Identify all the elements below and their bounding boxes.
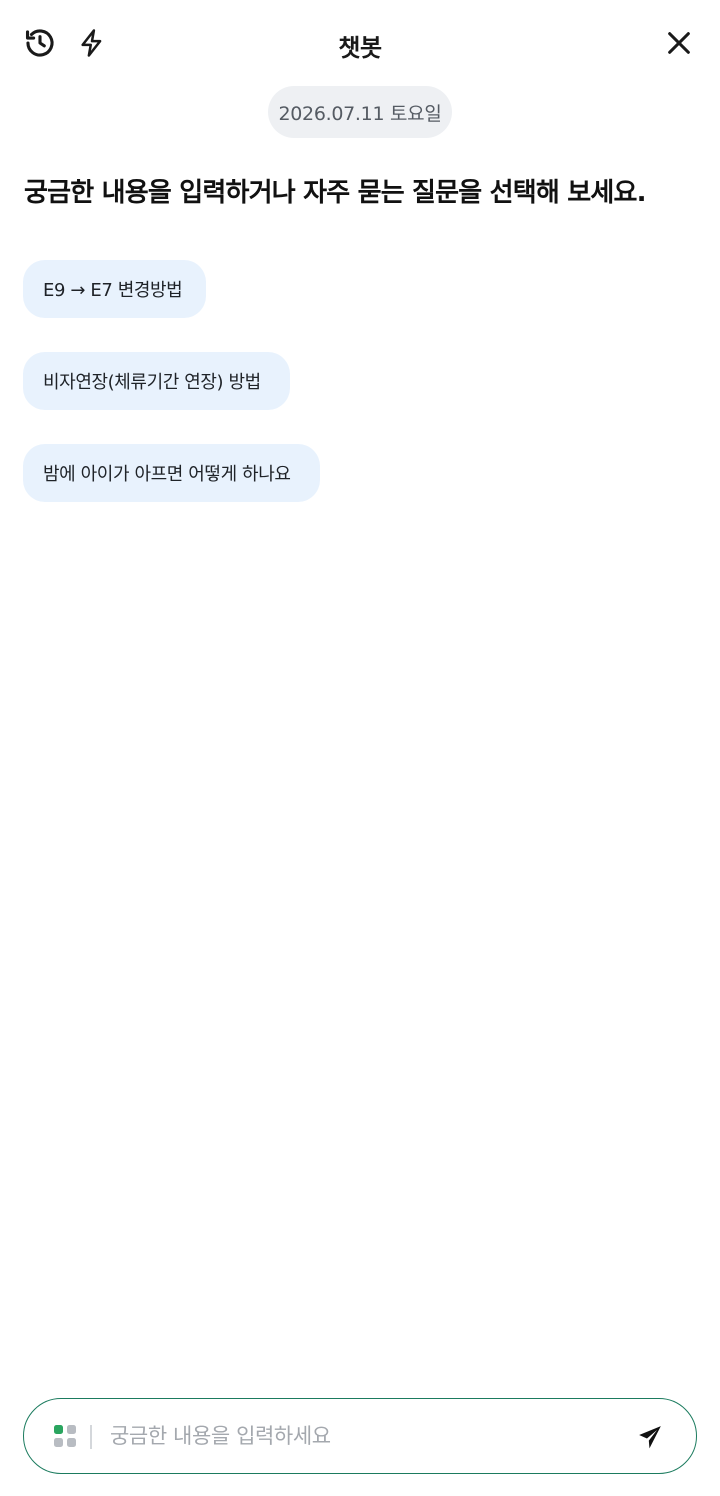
page-title: 챗봇	[338, 34, 382, 62]
chat-input-bar	[23, 1398, 697, 1474]
close-icon	[668, 32, 690, 54]
faq-chip-label: 밤에 아이가 아프면 어떻게 하나요	[43, 464, 291, 485]
prompt-heading: 궁금한 내용을 입력하거나 자주 묻는 질문을 선택해 보세요.	[24, 178, 647, 208]
apps-dot	[54, 1438, 63, 1447]
send-paper-plane-icon	[639, 1426, 661, 1449]
faq-chip-e9-e7[interactable]: E9 → E7 변경방법	[23, 260, 206, 318]
chat-message-input[interactable]	[110, 1415, 610, 1457]
chatbot-screen: 챗봇 2026.07.11 토요일 궁금한 내용을 입력하거나 자주 묻는 질문…	[0, 0, 720, 1496]
header: 챗봇	[0, 0, 720, 86]
date-badge: 2026.07.11 토요일	[268, 86, 452, 138]
faq-chip-child-sick-night[interactable]: 밤에 아이가 아프면 어떻게 하나요	[23, 444, 320, 502]
apps-dot	[54, 1425, 63, 1434]
apps-dot	[67, 1438, 76, 1447]
apps-grid-icon[interactable]	[54, 1425, 78, 1449]
input-divider	[90, 1425, 92, 1449]
apps-dot	[67, 1425, 76, 1434]
send-button[interactable]	[632, 1421, 668, 1453]
faq-chip-visa-extension[interactable]: 비자연장(체류기간 연장) 방법	[23, 352, 290, 410]
faq-chip-label: 비자연장(체류기간 연장) 방법	[43, 372, 261, 393]
close-button[interactable]	[659, 22, 699, 64]
faq-chip-label: E9 → E7 변경방법	[43, 280, 183, 301]
